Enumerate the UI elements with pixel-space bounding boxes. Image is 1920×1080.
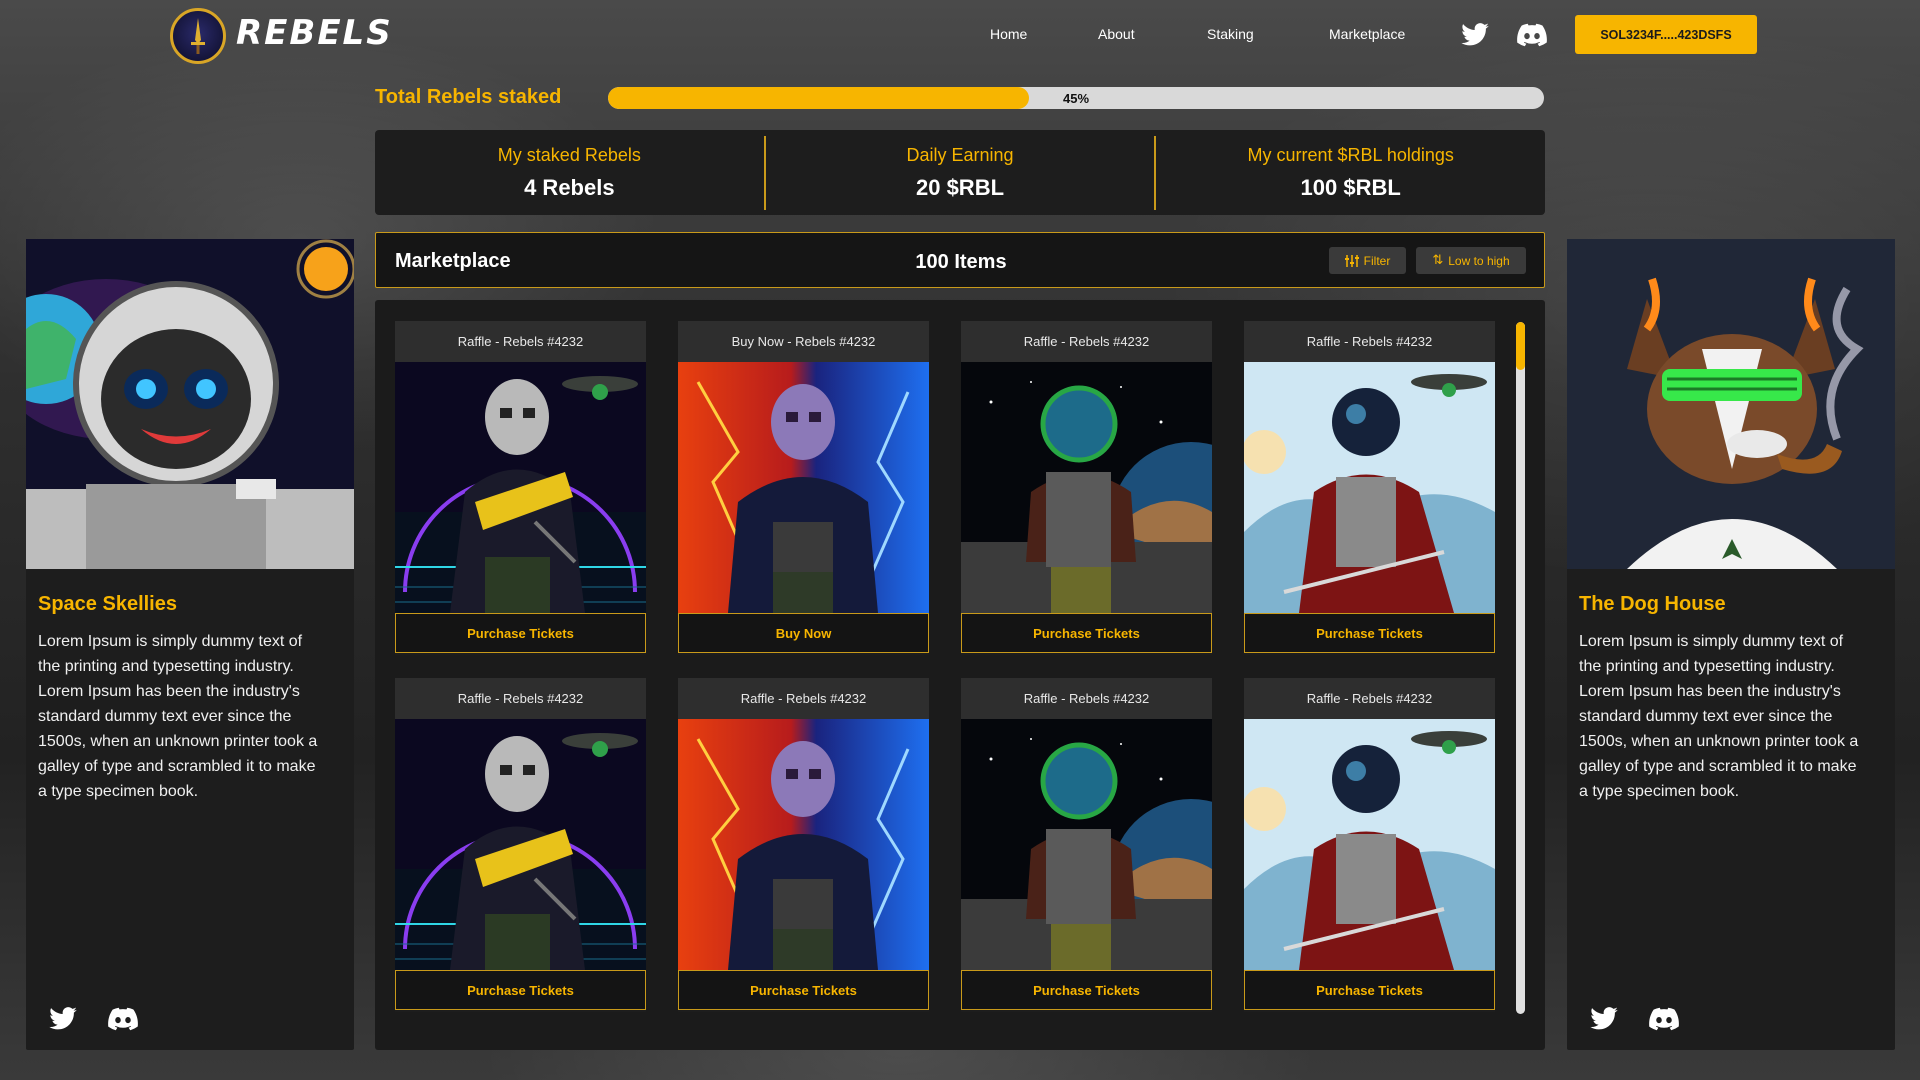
collection-title: Space Skellies <box>38 593 177 615</box>
space-skellies-panel: Space Skellies Lorem Ipsum is simply dum… <box>26 239 354 1050</box>
grid-scrollbar[interactable] <box>1516 322 1525 1014</box>
wallet-address-button[interactable]: SOL3234F.....423DSFS <box>1575 15 1757 54</box>
fire-ice-purple-art <box>678 362 929 613</box>
stat-rbl-holdings: My current $RBL holdings 100 $RBL <box>1156 145 1545 201</box>
collection-description: Lorem Ipsum is simply dummy text of the … <box>38 633 318 800</box>
nft-card[interactable]: Raffle - Rebels #4232 Purchase Tickets <box>1244 678 1495 1012</box>
purchase-tickets-button[interactable]: Purchase Tickets <box>395 613 646 653</box>
card-title: Raffle - Rebels #4232 <box>395 321 646 362</box>
staking-stats-panel: My staked Rebels 4 Rebels Daily Earning … <box>375 130 1545 215</box>
marketplace-header: Marketplace 100 Items Filter ⇅ Low to hi… <box>375 232 1545 288</box>
progress-percent: 45% <box>1062 90 1090 106</box>
nft-image[interactable] <box>395 362 646 613</box>
sliders-icon <box>1344 254 1359 267</box>
nft-image[interactable] <box>678 719 929 970</box>
card-title: Raffle - Rebels #4232 <box>961 321 1212 362</box>
stat-value: 4 Rebels <box>524 174 615 200</box>
sword-emblem-icon <box>191 18 205 54</box>
card-title: Raffle - Rebels #4232 <box>395 678 646 719</box>
filter-button[interactable]: Filter <box>1329 247 1406 274</box>
purchase-tickets-button[interactable]: Purchase Tickets <box>961 970 1212 1010</box>
stat-value: 100 $RBL <box>1300 174 1401 200</box>
purchase-tickets-button[interactable]: Purchase Tickets <box>678 970 929 1010</box>
discord-icon[interactable] <box>1647 1004 1681 1034</box>
nft-image[interactable] <box>395 719 646 970</box>
nav-staking[interactable]: Staking <box>1207 26 1254 42</box>
nft-card[interactable]: Raffle - Rebels #4232 Purchase Tickets <box>961 321 1212 655</box>
card-title: Raffle - Rebels #4232 <box>961 678 1212 719</box>
card-title: Raffle - Rebels #4232 <box>678 678 929 719</box>
twitter-icon[interactable] <box>1459 20 1491 50</box>
astronaut-skull-art <box>26 239 354 569</box>
nav-about[interactable]: About <box>1098 26 1135 42</box>
twitter-icon[interactable] <box>46 1004 80 1034</box>
nft-card[interactable]: Raffle - Rebels #4232 Purchase Tickets <box>395 678 646 1012</box>
nft-card[interactable]: Raffle - Rebels #4232 Purchase Tickets <box>1244 321 1495 655</box>
card-title: Buy Now - Rebels #4232 <box>678 321 929 362</box>
brand-name: REBELS <box>236 13 393 53</box>
stat-value: 20 $RBL <box>915 174 1005 200</box>
space-skellies-image <box>26 239 354 569</box>
nft-card[interactable]: Raffle - Rebels #4232 Purchase Tickets <box>961 678 1212 1012</box>
collection-description: Lorem Ipsum is simply dummy text of the … <box>1579 633 1859 800</box>
nft-card[interactable]: Raffle - Rebels #4232 Purchase Tickets <box>395 321 646 655</box>
space-moon-green-art <box>961 719 1212 970</box>
nav-marketplace[interactable]: Marketplace <box>1329 26 1405 42</box>
nft-card[interactable]: Buy Now - Rebels #4232 Buy Now <box>678 321 929 655</box>
nft-image[interactable] <box>678 362 929 613</box>
top-nav-bar: REBELS Home About Staking Marketplace SO… <box>0 0 1920 70</box>
nav-home[interactable]: Home <box>990 26 1027 42</box>
smoking-dog-art <box>1567 239 1895 569</box>
card-title: Raffle - Rebels #4232 <box>1244 678 1495 719</box>
marketplace-title: Marketplace <box>395 250 511 272</box>
marketplace-grid: Raffle - Rebels #4232 Purchase Tickets Buy… <box>375 300 1545 1050</box>
sort-label: Low to high <box>1448 253 1510 268</box>
cyber-skull-yellow-art <box>395 362 646 613</box>
dog-house-image <box>1567 239 1895 569</box>
purchase-tickets-button[interactable]: Purchase Tickets <box>395 970 646 1010</box>
nft-card[interactable]: Raffle - Rebels #4232 Purchase Tickets <box>678 678 929 1012</box>
dog-house-panel: The Dog House Lorem Ipsum is simply dumm… <box>1567 239 1895 1050</box>
purchase-tickets-button[interactable]: Purchase Tickets <box>961 613 1212 653</box>
icy-planet-red-art <box>1244 362 1495 613</box>
sort-arrows-icon: ⇅ <box>1432 253 1444 268</box>
sort-button[interactable]: ⇅ Low to high <box>1416 247 1526 274</box>
filter-label: Filter <box>1363 253 1391 268</box>
staked-progress-bar: 45% <box>608 87 1544 109</box>
purchase-tickets-button[interactable]: Purchase Tickets <box>1244 613 1495 653</box>
discord-icon[interactable] <box>106 1004 140 1034</box>
cyber-skull-yellow-art <box>395 719 646 970</box>
stat-label: My current $RBL holdings <box>1247 144 1454 165</box>
stat-label: My staked Rebels <box>497 144 641 165</box>
purchase-tickets-button[interactable]: Purchase Tickets <box>1244 970 1495 1010</box>
stat-staked-rebels: My staked Rebels 4 Rebels <box>375 145 764 201</box>
nft-image[interactable] <box>961 719 1212 970</box>
total-staked-label: Total Rebels staked <box>375 86 562 108</box>
stat-daily-earning: Daily Earning 20 $RBL <box>766 145 1155 201</box>
space-moon-green-art <box>961 362 1212 613</box>
nft-image[interactable] <box>1244 719 1495 970</box>
buy-now-button[interactable]: Buy Now <box>678 613 929 653</box>
scroll-thumb[interactable] <box>1516 322 1525 370</box>
collection-title: The Dog House <box>1579 593 1726 615</box>
fire-ice-purple-art <box>678 719 929 970</box>
nft-image[interactable] <box>1244 362 1495 613</box>
stat-label: Daily Earning <box>906 144 1014 165</box>
discord-icon[interactable] <box>1516 20 1548 50</box>
rebels-logo[interactable] <box>170 8 226 64</box>
nft-image[interactable] <box>961 362 1212 613</box>
icy-planet-red-art <box>1244 719 1495 970</box>
card-title: Raffle - Rebels #4232 <box>1244 321 1495 362</box>
twitter-icon[interactable] <box>1587 1004 1621 1034</box>
